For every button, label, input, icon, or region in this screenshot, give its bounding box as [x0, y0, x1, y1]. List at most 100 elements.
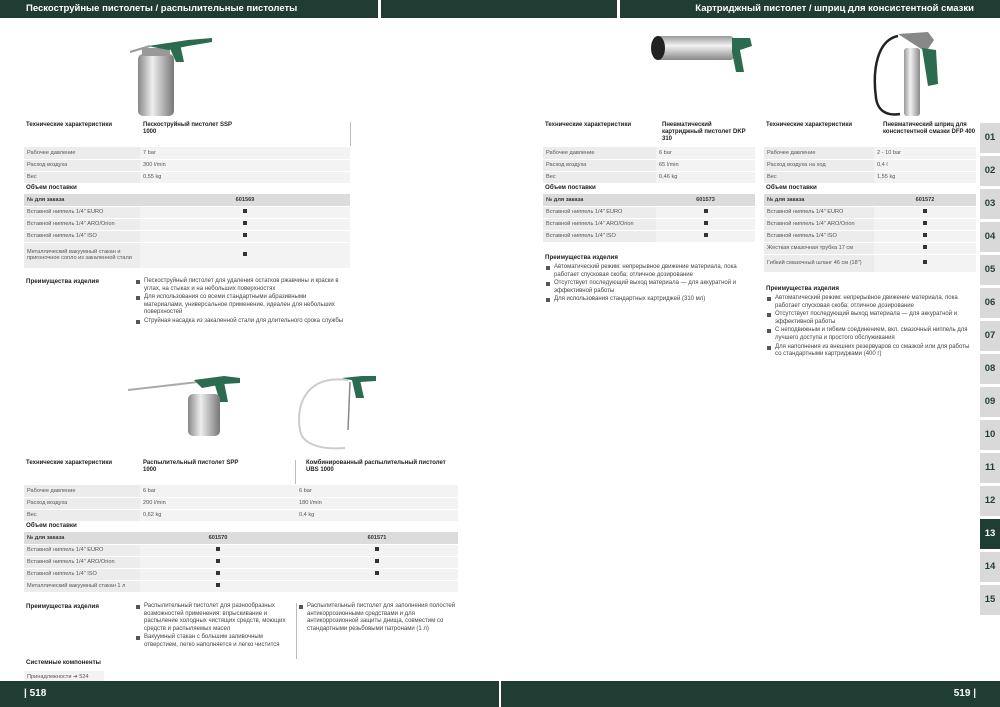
spp-benefits-list: Распылительный пистолет для разнообразны…: [135, 603, 295, 651]
spec-label: Расход воздуха: [543, 159, 656, 172]
chapter-tab-12[interactable]: 12: [980, 486, 1000, 516]
dkp-spec-table: Рабочее давление 6 bar Расход воздуха 65 l…: [543, 147, 755, 184]
header-right-title: Картриджный пистолет / шприц для консист…: [620, 0, 1000, 18]
included-mark: [923, 221, 927, 225]
chapter-tab-10[interactable]: 10: [980, 420, 1000, 450]
grease-gun-image: [873, 32, 938, 116]
chapter-tab-08[interactable]: 08: [980, 354, 1000, 384]
combi-spray-gun-image: [298, 376, 376, 450]
benefit-item: Автоматический режим: непрерывное движен…: [766, 295, 976, 310]
spec-value: 7 bar: [140, 147, 350, 160]
spec-label: Вес: [543, 171, 656, 184]
dfp-benefits-heading: Преимущества изделия: [766, 285, 839, 292]
chapter-tab-07[interactable]: 07: [980, 321, 1000, 351]
chapter-tab-06[interactable]: 06: [980, 288, 1000, 318]
spec-value: 2 - 10 bar: [874, 147, 976, 160]
dfp-product-name: Пневматический шприц для консистентной с…: [883, 122, 976, 135]
included-mark: [923, 209, 927, 213]
ssp-spec-table: Рабочее давление 7 bar Расход воздуха 300 …: [24, 147, 350, 184]
spec-label: Расход воздуха: [24, 159, 140, 172]
spec-value: 300 l/min: [140, 159, 350, 172]
chapter-tab-03[interactable]: 03: [980, 189, 1000, 219]
spec-value: 1,55 kg: [874, 171, 976, 184]
included-mark: [375, 571, 379, 575]
ssp-supply-heading: Объем поставки: [26, 184, 77, 191]
benefit-item: Отсутствует последующий выход материала …: [766, 311, 976, 326]
included-mark: [375, 559, 379, 563]
included-mark: [216, 547, 220, 551]
spec-label: Вес: [24, 509, 140, 522]
spec-label: Вес: [24, 171, 140, 184]
supply-item: Вставной ниппель 1/4" ARO/Orion: [24, 218, 140, 231]
benefit-item: Для наполнения из внешних резервуаров со…: [766, 344, 976, 359]
dfp-supply-table: № для заказа 601572 Вставной ниппель 1/4"…: [764, 194, 976, 273]
order-label: № для заказа: [24, 532, 140, 545]
chapter-tab-13[interactable]: 13: [980, 519, 1000, 549]
sandblast-gun-image: [129, 38, 212, 116]
chapter-tab-04[interactable]: 04: [980, 222, 1000, 252]
dkp-tech-label: Технические характеристики: [545, 122, 632, 128]
included-mark: [216, 571, 220, 575]
included-mark: [375, 547, 379, 551]
page-number-right: 519 |: [501, 681, 1000, 707]
included-mark: [703, 233, 708, 237]
header-divider-bar: [381, 0, 617, 18]
divider: [295, 460, 296, 484]
dkp-benefits-heading: Преимущества изделия: [545, 254, 618, 261]
chapter-tab-15[interactable]: 15: [980, 585, 1000, 615]
benefit-item: Автоматический режим: непрерывное движен…: [545, 264, 755, 279]
chapter-tab-02[interactable]: 02: [980, 156, 1000, 186]
included-mark: [243, 221, 247, 225]
dfp-tech-label: Технические характеристики: [766, 122, 853, 128]
ubs-spec-value: 6 bar: [296, 485, 458, 498]
ssp-product-name: Пескоструйный пистолет SSP 1000: [143, 122, 232, 135]
page-number-left: | 518: [0, 681, 499, 707]
spec-label: Расход воздуха: [24, 497, 140, 510]
chapter-tab-11[interactable]: 11: [980, 453, 1000, 483]
benefit-item: Для использования со всеми стандартными …: [135, 294, 345, 317]
supply-item: Вставной ниппель 1/4" ISO: [24, 230, 140, 243]
benefit-item: Распылительный пистолет для заполнения п…: [298, 603, 458, 633]
spp-spec-value: 200 l/min: [140, 497, 296, 510]
benefit-item: С неподвижным и гибким соединением, вкл.…: [766, 327, 976, 342]
supply-item: Вставной ниппель 1/4" EURO: [543, 206, 656, 219]
order-label: № для заказа: [543, 194, 656, 207]
ssp-supply-table: № для заказа 601569 Вставной ниппель 1/4"…: [24, 194, 350, 269]
chapter-tab-01[interactable]: 01: [980, 123, 1000, 153]
benefit-item: Распылительный пистолет для разнообразны…: [135, 603, 295, 633]
supply-item: Вставной ниппель 1/4" ARO/Orion: [543, 218, 656, 231]
included-mark: [923, 245, 927, 249]
order-label: № для заказа: [24, 194, 140, 207]
supply-item: Вставной ниппель 1/4" EURO: [24, 544, 140, 557]
chapter-tab-09[interactable]: 09: [980, 387, 1000, 417]
ssp-benefits-list: Пескоструйный пистолет для удаления оста…: [135, 278, 345, 327]
supply-item: Вставной ниппель 1/4" ISO: [24, 568, 140, 581]
spec-value: 65 l/min: [656, 159, 755, 172]
spp-supply-heading: Объем поставки: [26, 522, 77, 529]
included-mark: [923, 233, 927, 237]
spec-value: 0,4 l: [874, 159, 976, 172]
included-mark: [243, 233, 247, 237]
benefit-item: Струйная насадка из закаленной стали для…: [135, 318, 345, 326]
spec-label: Вес: [764, 171, 874, 184]
ubs-product-name: Комбинированный распылительный пистолет …: [306, 460, 446, 473]
included-mark: [243, 252, 247, 256]
spec-label: Расход воздуха на ход: [764, 159, 874, 172]
ubs-order-number: 601571: [296, 532, 458, 545]
chapter-tab-05[interactable]: 05: [980, 255, 1000, 285]
system-components-heading: Системные компоненты: [26, 659, 101, 666]
header-left-title: Пескоструйные пистолеты / распылительные…: [0, 0, 378, 18]
supply-item: Металлический вакуумный стакан 1 л: [24, 580, 140, 593]
dkp-product-name: Пневматический картриджный пистолет DKP …: [662, 122, 746, 142]
spp-spec-value: 0,62 kg: [140, 509, 296, 522]
dfp-supply-heading: Объем поставки: [766, 184, 817, 191]
ubs-spec-value: 0,4 kg: [296, 509, 458, 522]
included-mark: [243, 209, 247, 213]
chapter-tab-14[interactable]: 14: [980, 552, 1000, 582]
dfp-spec-table: Рабочее давление 2 - 10 bar Расход воздух…: [764, 147, 976, 184]
spec-value: 0,46 kg: [656, 171, 755, 184]
ubs-spec-value: 180 l/min: [296, 497, 458, 510]
spp-supply-table: № для заказа 601570 601571 Вставной ниппел…: [24, 532, 458, 593]
spec-label: Рабочее давление: [24, 147, 140, 160]
spec-value: 6 bar: [656, 147, 755, 160]
